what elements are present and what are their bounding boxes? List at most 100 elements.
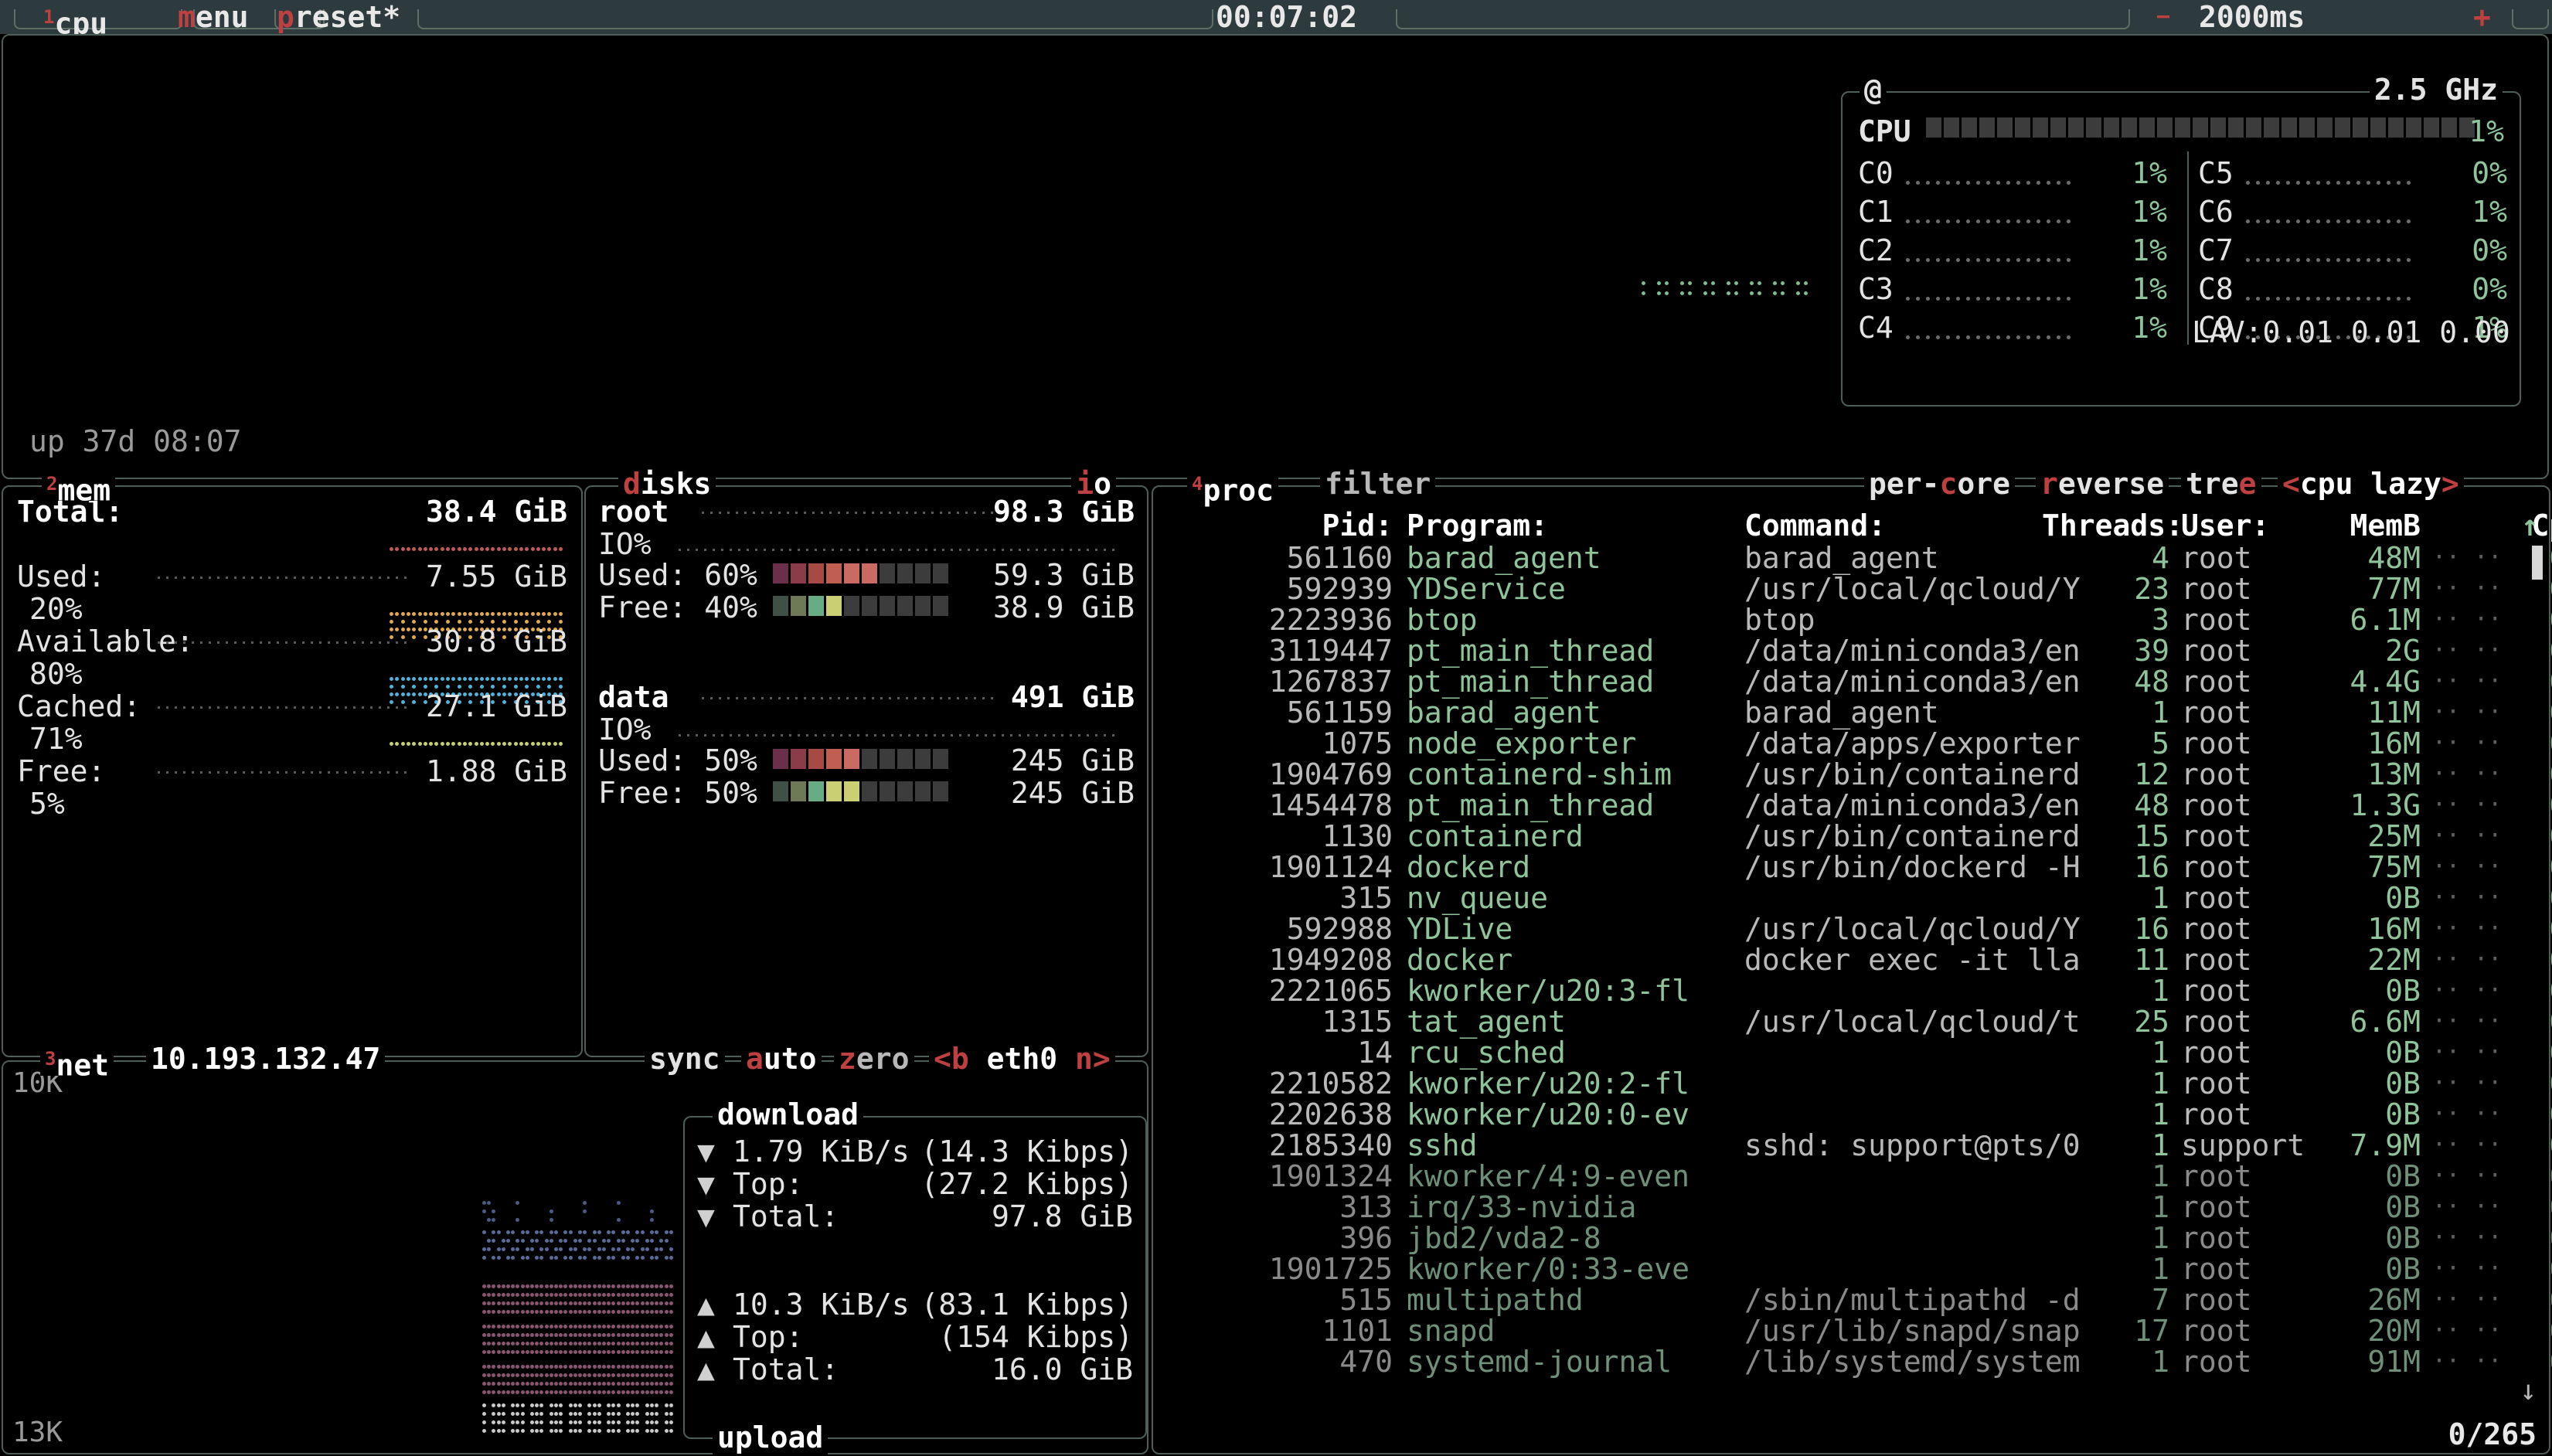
table-row[interactable]: 2185340 sshd sshd: support@pts/0 1 support 7.… xyxy=(1161,1130,2552,1161)
mem-panel: 2mem Total: 38.4 GiB Used: 7.55 GiB 20% Avail… xyxy=(2,467,583,1057)
table-row[interactable]: 1904769 containerd-shim/usr/bin/container… xyxy=(1161,757,2552,791)
io-label: o xyxy=(1094,467,1111,501)
cell-program: snapd xyxy=(1407,1314,1495,1348)
cell-user: root xyxy=(2181,788,2252,822)
preset-entry[interactable]: preset* xyxy=(277,0,400,34)
table-row[interactable]: 1901324kworker/4:9-even1root0B·· ··0.0 xyxy=(1161,1161,2552,1192)
disk-total-size: 491 GiB xyxy=(1010,680,1135,714)
mem-panel-title[interactable]: 2mem xyxy=(42,467,116,508)
cell-user: root xyxy=(2181,634,2252,668)
header-pid[interactable]: Pid: xyxy=(1161,510,1393,541)
auto-hotkey: a xyxy=(746,1042,764,1076)
cell-threads: 17 xyxy=(2134,1314,2169,1348)
cell-program: rcu_sched xyxy=(1407,1036,1566,1070)
tree-a: tre xyxy=(2186,467,2239,501)
cell-mem: 0B xyxy=(2385,1097,2421,1131)
net-panel: 3net 10.193.132.47 sync auto zero <b eth… xyxy=(2,1042,1148,1454)
header-command[interactable]: Command: xyxy=(1744,510,1886,541)
table-row[interactable]: 1315 tat_agent/usr/local/qcloud/t 25 root 6.… xyxy=(1161,1005,2552,1039)
cell-mem: 48M xyxy=(2367,541,2421,575)
table-row[interactable]: 592988 YDLive/usr/local/qcloud/Y 16 root 16M… xyxy=(1161,913,2552,944)
proc-row-list[interactable]: 561160 barad_agent barad_agent 4 root 48M ·· ·… xyxy=(1161,541,2552,1377)
proc-tree-toggle[interactable]: tree xyxy=(2181,467,2261,501)
net-sync-toggle[interactable]: sync xyxy=(645,1042,725,1076)
zero-hotkey: z xyxy=(839,1042,856,1076)
table-row[interactable]: 1101 snapd/usr/lib/snapd/snap 17 root 20M ·· … xyxy=(1161,1314,2552,1348)
header-cpu[interactable]: Cpu% xyxy=(2475,510,2552,541)
proc-scrollbar-thumb[interactable] xyxy=(2532,546,2543,580)
table-row[interactable]: 470 systemd-journal/lib/systemd/system 1 ro… xyxy=(1161,1346,2552,1377)
cpu-menu-entry[interactable]: 1cpu xyxy=(43,0,107,41)
table-row[interactable]: 1454478 pt_main_thread/data/miniconda3/en… xyxy=(1161,788,2552,822)
net-interface-selector[interactable]: <b eth0 n> xyxy=(929,1042,1115,1076)
cell-command: /data/miniconda3/en xyxy=(1744,634,2081,668)
cpu-core-label: C7 xyxy=(2198,233,2234,267)
table-row[interactable]: 1130 containerd/usr/bin/containerd 15 root 2… xyxy=(1161,819,2552,853)
cell-user: root xyxy=(2181,1066,2252,1101)
net-zero-toggle[interactable]: zero xyxy=(834,1042,914,1076)
proc-reverse-toggle[interactable]: reverse xyxy=(2036,467,2169,501)
table-row[interactable]: 1901124 dockerd/usr/bin/dockerd -H 16 root 7… xyxy=(1161,852,2552,883)
header-program[interactable]: Program: xyxy=(1407,510,1548,541)
table-row[interactable]: 592939 YDService/usr/local/qcloud/Y 23 root… xyxy=(1161,572,2552,606)
proc-sort-selector[interactable]: <cpu lazy> xyxy=(2278,467,2464,501)
cell-mem: 13M xyxy=(2367,757,2421,791)
disk-io-label: IO% xyxy=(598,713,652,747)
disk-free-value: 38.9 GiB xyxy=(992,590,1135,624)
cell-mem: 0B xyxy=(2385,881,2421,915)
table-row[interactable]: 2210582kworker/u20:2-fl1root0B·· ··0.0 xyxy=(1161,1066,2552,1101)
table-row[interactable]: 1075 node_exporter/data/apps/exporter 5 roo… xyxy=(1161,726,2552,760)
interval-decrease-button[interactable]: − xyxy=(2156,0,2170,34)
disks-panel-title[interactable]: disks xyxy=(618,467,716,501)
mem-row-label: Used: xyxy=(17,560,106,594)
cell-command: /usr/bin/containerd xyxy=(1744,819,2081,853)
cell-user: root xyxy=(2181,572,2252,606)
table-row[interactable]: 515 multipathd/sbin/multipathd -d 7 root 26M… xyxy=(1161,1284,2552,1315)
status-select-label[interactable]: select xyxy=(2413,1451,2519,1456)
disk-free-value: 245 GiB xyxy=(1010,776,1135,810)
table-row[interactable]: 561159 barad_agent barad_agent 1 root 11M ·· ·… xyxy=(1161,697,2552,728)
table-row[interactable]: 1267837 pt_main_thread/data/miniconda3/en… xyxy=(1161,666,2552,697)
table-row[interactable]: 561160 barad_agent barad_agent 4 root 48M ·· ·… xyxy=(1161,541,2552,575)
table-row[interactable]: 2202638kworker/u20:0-ev1root0B·· ··0.0 xyxy=(1161,1097,2552,1131)
disks-io-toggle[interactable]: io xyxy=(1071,467,1116,501)
table-row[interactable]: 396jbd2/vda2-81root0B·· ··0.0 xyxy=(1161,1223,2552,1254)
cell-threads: 5 xyxy=(2152,726,2169,760)
proc-filter-input[interactable]: filter xyxy=(1320,467,1436,501)
header-user[interactable]: User: xyxy=(2181,510,2269,541)
disk-used-meter xyxy=(773,563,948,583)
table-row[interactable]: 14rcu_sched1root0B·· ··0.0 xyxy=(1161,1036,2552,1070)
header-memb[interactable]: MemB xyxy=(2305,510,2421,541)
cell-pid: 1315 xyxy=(1322,1005,1393,1039)
table-row[interactable]: 2223936btopbtop3root6.1M·· ··0.0 xyxy=(1161,604,2552,635)
net-panel-title[interactable]: 3net xyxy=(40,1042,114,1083)
table-row[interactable]: 313irq/33-nvidia1root0B·· ··0.0 xyxy=(1161,1192,2552,1223)
disk-total-size: 98.3 GiB xyxy=(992,495,1135,529)
cpu-usage-graph xyxy=(1642,281,1827,301)
cell-cpu: 0.0 xyxy=(2475,697,2552,728)
table-row[interactable]: 1901725kworker/0:33-eve1root0B·· ··0.0 xyxy=(1161,1252,2552,1286)
sort-next-arrow[interactable]: > xyxy=(2441,467,2459,501)
proc-scroll-down-arrow[interactable]: ↓ xyxy=(2520,1375,2537,1407)
table-row[interactable]: 3119447 pt_main_thread/data/miniconda3/en… xyxy=(1161,634,2552,668)
net-auto-toggle[interactable]: auto xyxy=(741,1042,822,1076)
disk-free-label: Free: 40% xyxy=(598,590,757,624)
table-row[interactable]: 2221065kworker/u20:3-fl1root0B·· ··0.0 xyxy=(1161,974,2552,1008)
cell-threads: 15 xyxy=(2134,819,2169,853)
menu-entry[interactable]: menu xyxy=(178,0,249,34)
sort-prev-arrow[interactable]: < xyxy=(2282,467,2300,501)
cell-pid: 2221065 xyxy=(1268,974,1393,1008)
menu-label: enu xyxy=(195,0,249,34)
reverse-hotkey: r xyxy=(2040,467,2058,501)
cell-user: root xyxy=(2181,974,2252,1008)
proc-panel-title[interactable]: 4proc xyxy=(1187,467,1278,508)
net-stat-value: (83.1 Kibps) xyxy=(920,1288,1133,1322)
cell-program: containerd xyxy=(1407,819,1584,853)
cell-threads: 1 xyxy=(2152,1252,2169,1286)
proc-per-core-toggle[interactable]: per-core xyxy=(1864,467,2016,501)
table-row[interactable]: 315nv_queue1root0B·· ··0.0 xyxy=(1161,881,2552,915)
table-row[interactable]: 1949208 docker docker exec -it lla 11 root 22… xyxy=(1161,944,2552,975)
per-core-a: per- xyxy=(1869,467,1940,501)
interval-increase-button[interactable]: + xyxy=(2473,0,2491,34)
header-threads[interactable]: Threads: xyxy=(2042,510,2183,541)
